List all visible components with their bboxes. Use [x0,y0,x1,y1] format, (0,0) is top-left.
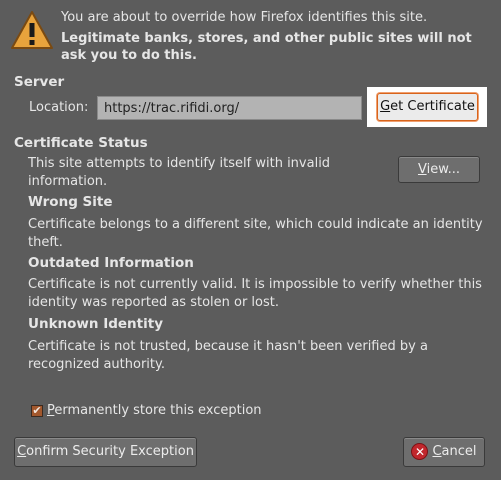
unknown-line-1: Certificate is not trusted, because it h… [28,339,428,354]
confirm-security-exception-button[interactable]: Confirm Security Exception [14,437,197,467]
confirm-label: onfirm Security Exception [26,444,194,459]
certificate-status-text: This site attempts to identify itself wi… [28,155,388,191]
checkmark-icon: ✔ [32,404,42,417]
permanently-store-label[interactable]: Permanently store this exception [47,403,262,418]
status-line-1: This site attempts to identify itself wi… [28,156,331,171]
unknown-identity-text: Certificate is not trusted, because it h… [28,338,493,374]
permanently-store-checkbox[interactable]: ✔ [31,405,43,417]
status-line-2: information. [28,174,108,189]
location-label: Location: [29,100,89,115]
wrong-site-text: Certificate belongs to a different site,… [28,216,493,252]
outdated-information-title: Outdated Information [28,255,194,271]
unknown-identity-title: Unknown Identity [28,316,164,332]
legitimate-sites-warning: Legitimate banks, stores, and other publ… [61,30,491,64]
wrong-site-line-2: theft. [28,235,63,250]
cancel-accel: C [432,444,442,459]
unknown-line-2: recognized authority. [28,357,165,372]
get-certificate-accel: G [380,99,391,114]
outdated-line-2: identity was reported as stolen or lost. [28,295,279,310]
legitimate-line-2: ask you to do this. [61,48,197,63]
warning-triangle-icon [11,11,53,49]
warning-message: You are about to override how Firefox id… [61,10,428,25]
legitimate-line-1: Legitimate banks, stores, and other publ… [61,31,472,46]
get-certificate-label: et Certificate [390,99,475,114]
outdated-information-text: Certificate is not currently valid. It i… [28,276,493,312]
cancel-icon: ✕ [411,443,429,460]
confirm-accel: C [17,444,27,459]
wrong-site-line-1: Certificate belongs to a different site,… [28,217,483,232]
wrong-site-title: Wrong Site [28,194,113,210]
view-accel: V [417,162,427,177]
permanently-store-text: ermanently store this exception [54,403,262,418]
get-certificate-button[interactable]: Get Certificate [377,93,478,121]
outdated-line-1: Certificate is not currently valid. It i… [28,277,482,292]
server-section-title: Server [14,74,65,90]
view-button[interactable]: View... [398,156,480,183]
cancel-button[interactable]: ✕ Cancel [403,437,485,467]
view-label: iew... [426,162,461,177]
cancel-label: ancel [441,444,477,459]
certificate-status-title: Certificate Status [14,135,148,151]
location-field[interactable]: https://trac.rifidi.org/ [97,96,362,120]
